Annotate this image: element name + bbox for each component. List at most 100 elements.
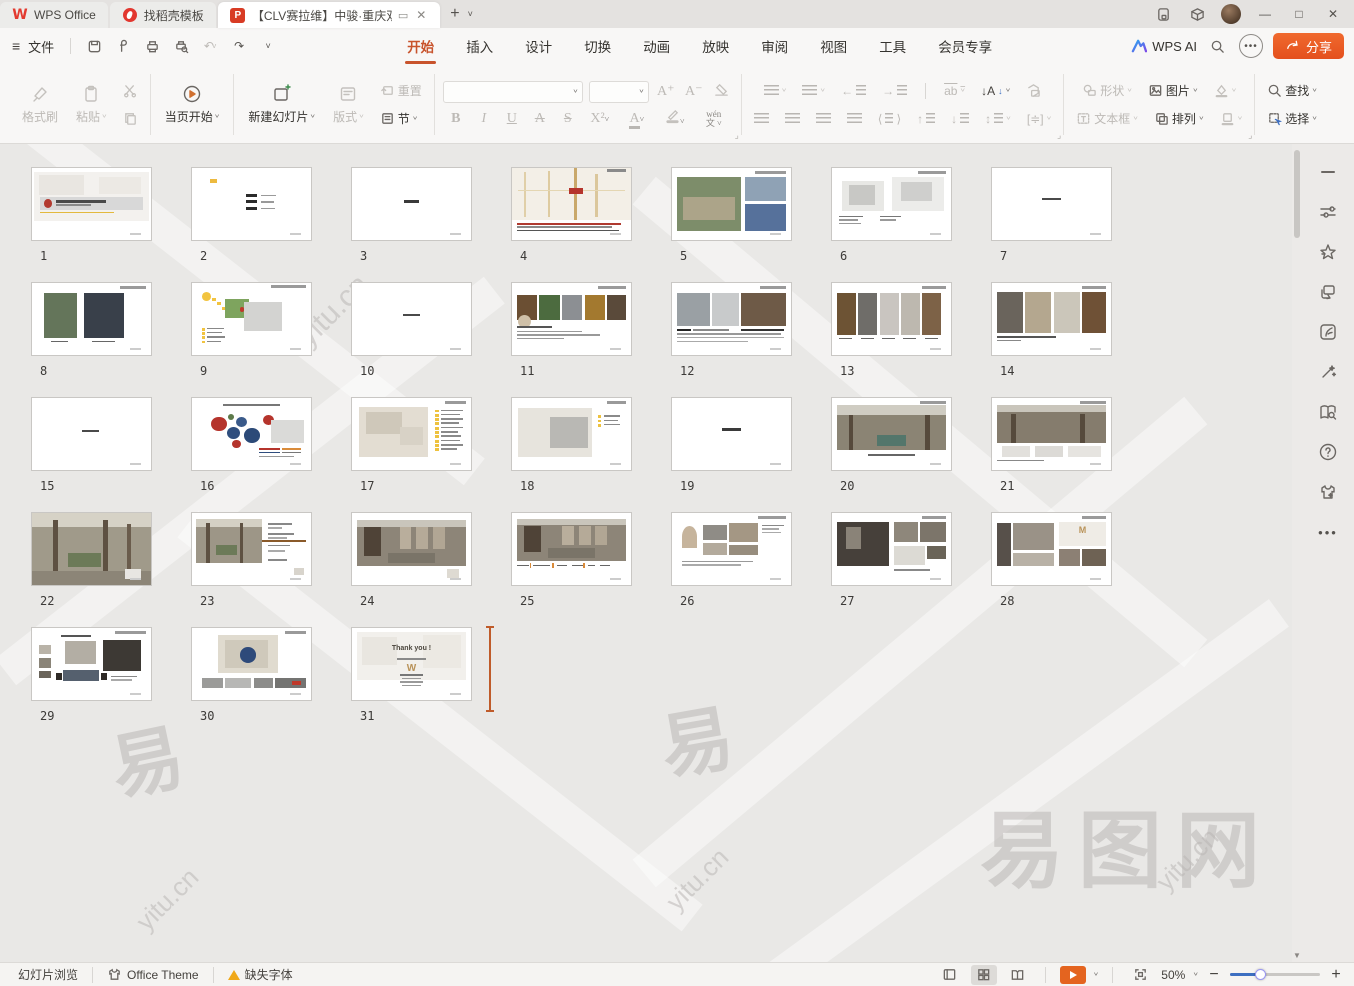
properties-sliders-icon[interactable] <box>1316 202 1340 222</box>
slide-thumbnail[interactable] <box>191 397 312 471</box>
paste-button[interactable]: 粘贴˅ <box>70 82 113 127</box>
ribbon-tab-9[interactable]: 会员专享 <box>922 28 1008 64</box>
justify-button[interactable] <box>843 108 866 130</box>
arrange-button[interactable]: 排列˅ <box>1150 108 1208 130</box>
close-tab-icon[interactable]: ✕ <box>414 8 428 22</box>
slide-thumbnail[interactable] <box>31 397 152 471</box>
ribbon-tab-7[interactable]: 视图 <box>804 28 863 64</box>
wps-ai-button[interactable]: WPS AI <box>1131 39 1197 54</box>
slide-thumbnail[interactable] <box>351 512 472 586</box>
reset-slide-button[interactable]: 重置 <box>376 80 426 102</box>
more-options-icon[interactable]: ••• <box>1239 34 1263 58</box>
slide-thumbnail[interactable] <box>511 397 632 471</box>
user-avatar[interactable] <box>1216 2 1246 26</box>
print-preview-button[interactable] <box>168 34 194 58</box>
slide-thumbnail[interactable] <box>351 282 472 356</box>
shape-fill-button[interactable]: ˅ <box>1210 80 1241 102</box>
slide-thumbnail[interactable] <box>991 282 1112 356</box>
strikethrough-button[interactable]: S <box>557 111 579 127</box>
ribbon-tab-6[interactable]: 审阅 <box>745 28 804 64</box>
slide-thumbnail[interactable] <box>191 512 312 586</box>
ribbon-tab-8[interactable]: 工具 <box>863 28 922 64</box>
collapse-panel-icon[interactable] <box>1316 162 1340 182</box>
cut-button[interactable] <box>119 80 142 102</box>
search-icon[interactable] <box>1207 35 1229 57</box>
slideshow-play-button[interactable] <box>1060 966 1086 984</box>
fit-to-window-button[interactable] <box>1127 965 1153 985</box>
slide-thumbnail[interactable] <box>831 397 952 471</box>
undo-button[interactable]: ↶˅ <box>197 34 223 58</box>
new-tab-button[interactable]: + <box>450 5 459 23</box>
redo-button[interactable]: ↷ <box>226 34 252 58</box>
zoom-in-button[interactable]: + <box>1328 966 1344 984</box>
slide-thumbnail[interactable] <box>671 282 792 356</box>
align-left-button[interactable] <box>750 108 773 130</box>
shapes-button[interactable]: 形状˅ <box>1078 80 1136 102</box>
maximize-button[interactable]: □ <box>1284 2 1314 26</box>
slide-thumbnail[interactable] <box>511 512 632 586</box>
numbered-list-button[interactable]: ˅ <box>798 80 829 102</box>
char-strikethrough-button[interactable]: A <box>529 111 551 127</box>
theme-indicator[interactable]: Office Theme <box>99 967 207 982</box>
format-painter-button[interactable]: 格式刷 <box>16 82 64 127</box>
slide-thumbnail[interactable] <box>511 167 632 241</box>
slide-thumbnail[interactable]: M <box>991 512 1112 586</box>
phonetic-guide-button[interactable]: wén文 ˅ <box>697 110 731 128</box>
selection-pane-button[interactable] <box>1022 80 1045 102</box>
font-color-button[interactable]: A˅ <box>621 111 653 127</box>
ribbon-tab-3[interactable]: 切换 <box>568 28 627 64</box>
ribbon-tab-4[interactable]: 动画 <box>627 28 686 64</box>
decrease-indent-button[interactable]: ← <box>837 80 870 102</box>
ribbon-tab-2[interactable]: 设计 <box>509 28 568 64</box>
scrollbar-down-arrow[interactable]: ▼ <box>1292 951 1302 960</box>
slide-thumbnail[interactable] <box>31 627 152 701</box>
resource-search-icon[interactable] <box>1316 402 1340 422</box>
zoom-chevron-icon[interactable]: ˅ <box>1193 971 1198 978</box>
3d-cube-icon[interactable] <box>1182 2 1212 26</box>
missing-fonts-warning[interactable]: 缺失字体 <box>220 966 301 983</box>
bullet-list-button[interactable]: ˅ <box>760 80 791 102</box>
tab-wps-home[interactable]: W WPS Office <box>0 2 108 28</box>
skin-theme-icon[interactable] <box>1316 482 1340 502</box>
superscript-button[interactable]: X²˅ <box>585 111 615 127</box>
distribute-text-button[interactable]: ⟨⟩ <box>874 108 905 130</box>
tab-list-chevron-icon[interactable]: ˅ <box>468 9 473 19</box>
slide-thumbnail[interactable] <box>31 512 152 586</box>
font-family-select[interactable]: ˅ <box>443 81 583 103</box>
ribbon-tab-0[interactable]: 开始 <box>391 28 450 64</box>
save-button[interactable] <box>81 34 107 58</box>
file-menu[interactable]: 文件 <box>26 37 60 56</box>
slide-thumbnail[interactable] <box>511 282 632 356</box>
new-slide-button[interactable]: 新建幻灯片˅ <box>242 82 321 127</box>
slide-thumbnail[interactable] <box>191 282 312 356</box>
sidebar-more-icon[interactable]: ••• <box>1316 522 1340 542</box>
material-library-icon[interactable] <box>1316 322 1340 342</box>
increase-indent-button[interactable]: → <box>878 80 911 102</box>
zoom-slider[interactable] <box>1230 973 1320 976</box>
play-from-current-button[interactable]: 当页开始˅ <box>159 82 226 127</box>
reading-view-button[interactable] <box>1005 965 1031 985</box>
text-direction-button[interactable]: ab˅ <box>940 80 969 102</box>
section-button[interactable]: 节˅ <box>376 108 426 130</box>
slide-thumbnail[interactable] <box>351 397 472 471</box>
effects-star-icon[interactable] <box>1316 242 1340 262</box>
print-button[interactable] <box>139 34 165 58</box>
slide-thumbnail[interactable]: Thank you !W <box>351 627 472 701</box>
slide-thumbnail[interactable] <box>671 167 792 241</box>
ribbon-tab-1[interactable]: 插入 <box>450 28 509 64</box>
slide-thumbnail[interactable] <box>191 627 312 701</box>
move-down-paragraph-button[interactable]: ↓ <box>947 108 973 130</box>
zoom-out-button[interactable]: − <box>1206 966 1222 984</box>
hamburger-menu-icon[interactable]: ≡ <box>10 38 22 54</box>
align-center-button[interactable] <box>781 108 804 130</box>
vertical-scrollbar[interactable]: ▼ <box>1292 144 1302 962</box>
mobile-sync-icon[interactable] <box>1148 2 1178 26</box>
font-size-select[interactable]: ˅ <box>589 81 649 103</box>
slide-thumbnail[interactable] <box>831 512 952 586</box>
ribbon-tab-5[interactable]: 放映 <box>686 28 745 64</box>
play-options-chevron-icon[interactable]: ˅ <box>1094 971 1099 978</box>
slide-thumbnail[interactable] <box>671 397 792 471</box>
italic-button[interactable]: I <box>473 111 495 127</box>
slide-sorter-view-button[interactable] <box>971 965 997 985</box>
slide-thumbnail[interactable] <box>831 167 952 241</box>
